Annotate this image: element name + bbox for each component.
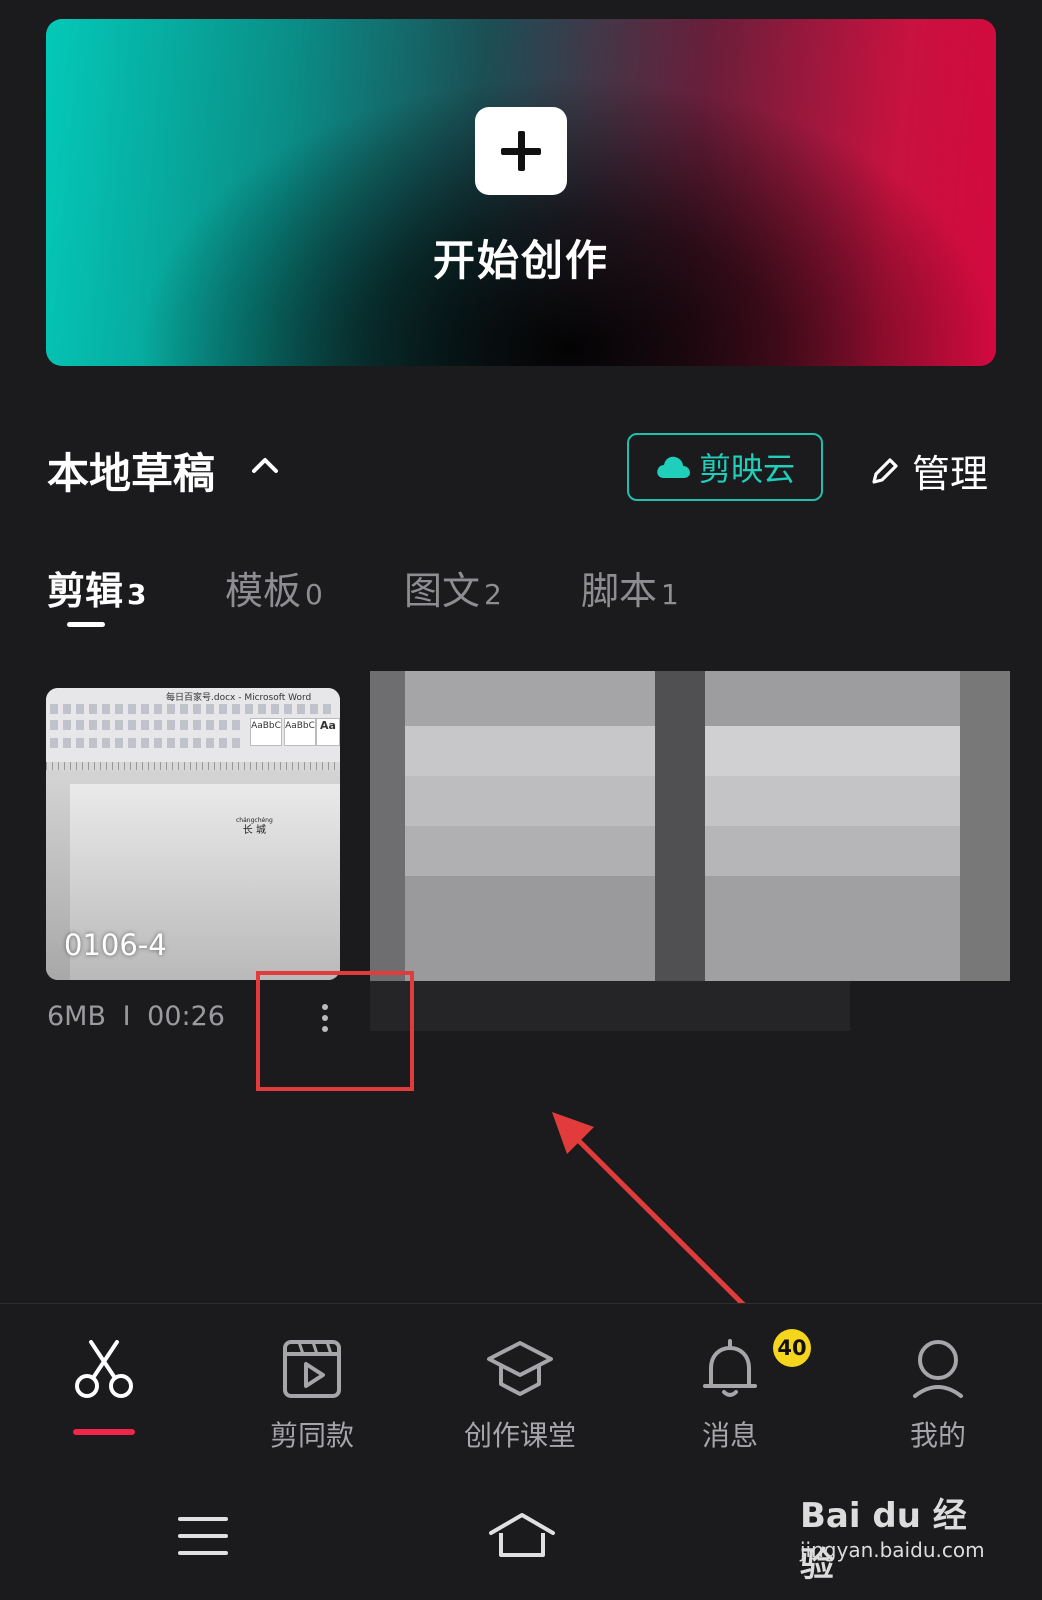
local-drafts-title[interactable]: 本地草稿 (47, 440, 215, 501)
nav-label: 剪同款 (269, 1419, 354, 1452)
tab-label: 剪辑 (47, 569, 124, 613)
nav-label: 消息 (701, 1419, 758, 1452)
draft-name: 0106-4 (64, 928, 167, 962)
draft-duration: 00:26 (147, 1001, 225, 1032)
watermark-brand: Bai du 经验 (800, 1496, 967, 1585)
tab-count: 0 (305, 578, 323, 611)
edit-icon (872, 457, 898, 484)
tab-count: 1 (661, 578, 679, 611)
scissors-icon (75, 1340, 133, 1398)
tab-label: 图文 (404, 569, 481, 613)
draft-size: 6MB (47, 1001, 106, 1032)
manage-label: 管理 (912, 452, 989, 496)
user-icon (913, 1340, 963, 1398)
nav-label: 我的 (909, 1419, 966, 1452)
bell-icon (703, 1339, 757, 1397)
thumbnail-word-ribbon: 每日百家号.docx - Microsoft Word AaBbC AaBbC … (46, 688, 340, 770)
cloud-icon (657, 456, 690, 478)
message-count-badge: 40 (773, 1329, 811, 1367)
nav-profile[interactable]: 我的 (858, 1338, 1018, 1454)
nav-edit[interactable] (24, 1338, 184, 1414)
thumbnail-doc-title: 每日百家号.docx - Microsoft Word (166, 693, 312, 703)
thumbnail-doc-text: chángchéng 长 城 (236, 816, 273, 836)
highlight-box (256, 971, 414, 1091)
manage-button[interactable]: 管理 (868, 443, 988, 498)
start-creating-banner[interactable]: 开始创作 (46, 19, 996, 366)
blurred-drafts (370, 671, 1030, 1031)
tab-count: 3 (127, 578, 147, 611)
nav-templates[interactable]: 剪同款 (232, 1338, 392, 1454)
tab-image-text[interactable]: 图文 2 (404, 560, 502, 615)
tab-template[interactable]: 模板 0 (225, 560, 323, 615)
thumbnail-hanzi: 长 城 (242, 825, 266, 836)
cloud-button-label: 剪映云 (698, 450, 795, 488)
tab-label: 模板 (225, 569, 302, 613)
thumbnail-style-box: AaBbC (284, 718, 316, 746)
tab-count: 2 (484, 578, 502, 611)
active-nav-indicator (73, 1429, 135, 1435)
tab-edit[interactable]: 剪辑 3 (47, 560, 147, 627)
menu-icon[interactable] (178, 1515, 228, 1557)
thumbnail-style-box: Aa (316, 718, 340, 746)
nav-label: 创作课堂 (463, 1419, 576, 1452)
nav-creation-class[interactable]: 创作课堂 (440, 1338, 600, 1454)
draft-card[interactable]: 每日百家号.docx - Microsoft Word AaBbC AaBbC … (46, 688, 340, 980)
tab-script[interactable]: 脚本 1 (581, 560, 679, 615)
chevron-up-icon[interactable] (250, 455, 280, 475)
watermark-url: jingyan.baidu.com (800, 1538, 985, 1562)
baidu-watermark: Bai du 经验 jingyan.baidu.com (800, 1488, 1000, 1585)
draft-meta: 6MB I 00:26 (47, 1001, 225, 1032)
bottom-nav: 剪同款 创作课堂 消息 我的 (0, 1303, 1042, 1474)
start-creating-label: 开始创作 (432, 236, 609, 285)
cloud-button[interactable]: 剪映云 (627, 433, 823, 501)
tab-label: 脚本 (581, 569, 658, 613)
template-clip-icon (283, 1340, 341, 1398)
plus-icon[interactable] (475, 107, 567, 195)
meta-separator: I (122, 1001, 131, 1032)
graduation-cap-icon (487, 1341, 553, 1396)
thumbnail-style-box: AaBbC (250, 718, 282, 746)
active-tab-indicator (67, 622, 105, 627)
home-icon[interactable] (487, 1511, 557, 1561)
